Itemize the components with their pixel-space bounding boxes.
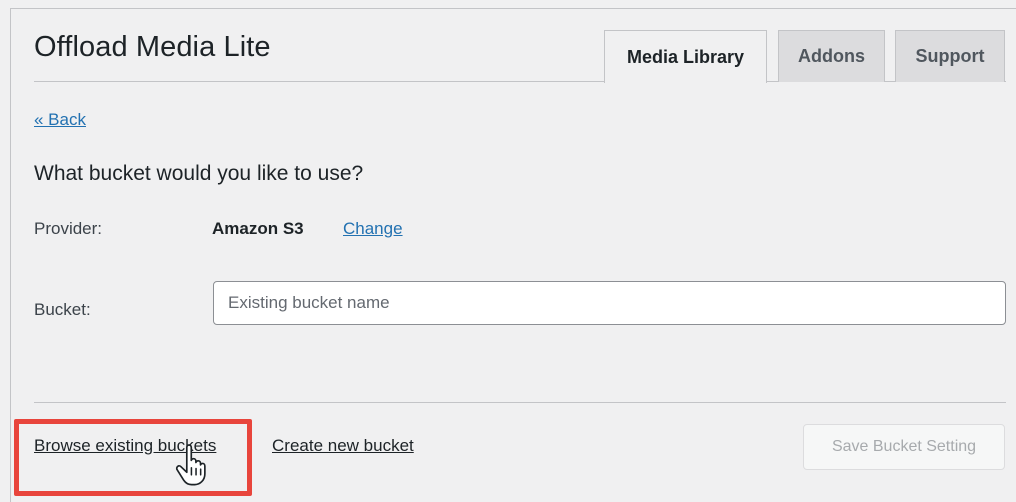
- back-link[interactable]: « Back: [34, 110, 86, 130]
- tab-addons[interactable]: Addons: [778, 30, 885, 82]
- tab-media-library[interactable]: Media Library: [604, 30, 767, 83]
- footer-divider: [34, 402, 1006, 403]
- change-provider-link[interactable]: Change: [343, 219, 403, 239]
- save-bucket-setting-button[interactable]: Save Bucket Setting: [803, 424, 1005, 470]
- bucket-question: What bucket would you like to use?: [34, 162, 364, 185]
- provider-value: Amazon S3: [212, 219, 304, 238]
- page-title: Offload Media Lite: [34, 31, 271, 63]
- highlight-box: [14, 419, 252, 496]
- tab-support[interactable]: Support: [895, 30, 1005, 82]
- bucket-label: Bucket:: [34, 300, 91, 319]
- bucket-name-input[interactable]: [213, 281, 1006, 325]
- hand-pointer-icon: [175, 444, 206, 486]
- create-new-bucket-link[interactable]: Create new bucket: [272, 436, 414, 456]
- provider-label: Provider:: [34, 219, 103, 238]
